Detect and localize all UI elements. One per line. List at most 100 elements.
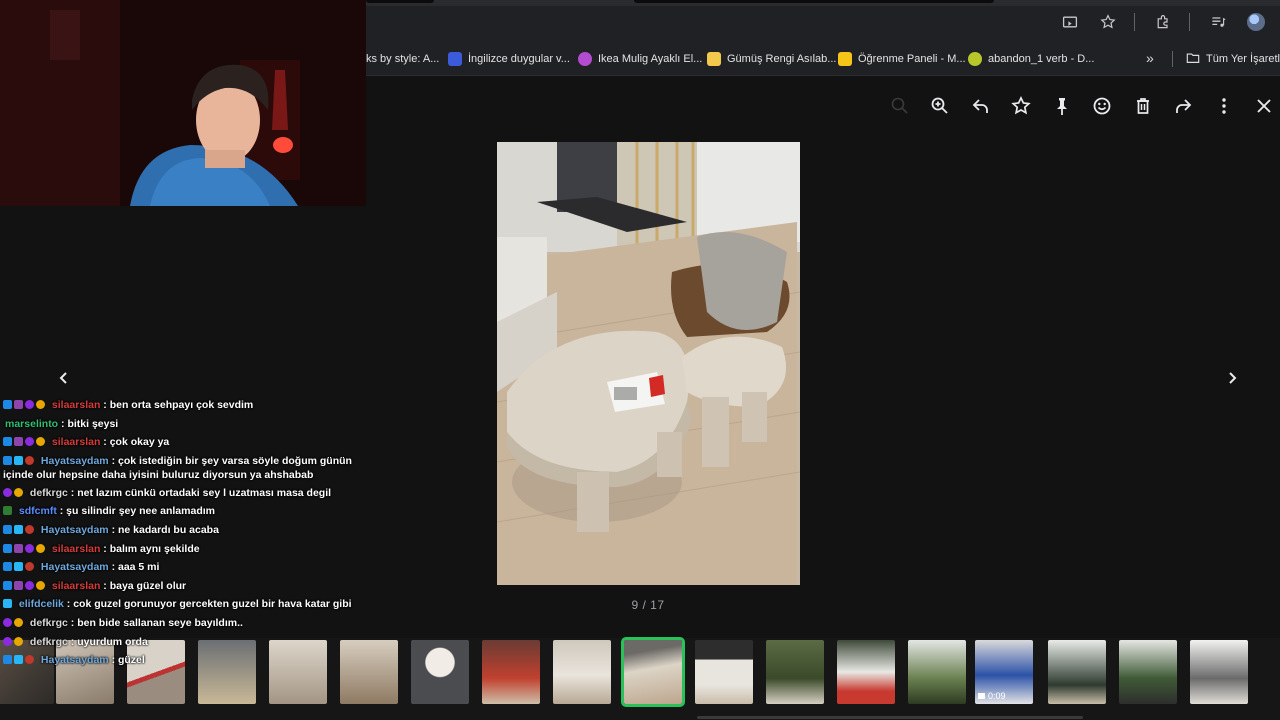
bookmark-item[interactable]: Ikea Mulig Ayaklı El... [578,51,702,67]
badge-icon [25,524,34,534]
badge-icon [36,400,45,409]
chat-username[interactable]: Hayatsaydam [41,455,109,467]
emoji-icon[interactable] [1090,94,1114,118]
bookmark-label: ks by style: A... [366,53,440,65]
badge-icon [3,636,12,646]
chat-username[interactable]: silaarslan [52,436,100,448]
badge-icon [36,543,45,553]
badge-icon [14,455,23,465]
chat-text: : ben orta sehpayı çok sevdim [103,399,254,411]
badge-icon [25,562,34,572]
zoom-in-icon[interactable] [928,94,952,118]
zoom-out-icon[interactable] [888,94,912,118]
bookmarks-separator [1172,51,1173,67]
badge-icon [14,617,23,627]
video-thumbnail[interactable]: 0:09 [975,640,1033,704]
thumbnail[interactable] [482,640,540,704]
folder-icon [1186,51,1200,68]
bookmark-item[interactable]: abandon_1 verb - D... [968,51,1094,67]
star-icon[interactable] [1098,12,1118,32]
chat-text: : net lazım cünkü ortadaki sey l uzatmas… [70,486,332,499]
thumbnail[interactable] [411,640,469,704]
bookmark-item[interactable]: Öğrenme Paneli - M... [838,51,966,67]
badge-icon [3,455,12,465]
thumbnail[interactable] [766,640,824,704]
bookmark-favicon [448,52,462,66]
pin-icon[interactable] [1050,94,1074,118]
chat-username[interactable]: elifdcelik [19,598,64,610]
forward-icon[interactable] [1171,94,1195,118]
star-icon[interactable] [1009,94,1033,118]
tab-strip [366,0,1280,6]
chat-message: silaarslan : baya güzel olur [3,577,383,596]
badge-icon [3,562,12,572]
profile-avatar[interactable] [1246,12,1266,32]
chat-username[interactable]: sdfcmft [19,505,57,517]
bookmark-item[interactable]: Gümüş Rengi Asılab... [707,51,836,67]
chat-message: defkrgc : uyurdum orda [3,633,383,652]
thumbnail-selected[interactable] [621,637,685,707]
chat-username[interactable]: defkrgc [30,487,68,499]
badge-icon [14,487,23,497]
chat-message: silaarslan : ben orta sehpayı çok sevdim [3,396,383,415]
bookmark-favicon [968,52,982,66]
chat-text: : baya güzel olur [103,579,187,592]
more-icon[interactable] [1212,94,1236,118]
thumbnail[interactable] [908,640,966,704]
media-icon[interactable] [1208,12,1228,32]
chat-username[interactable]: defkrgc [30,636,68,648]
chat-text: : ben bide sallanan seye bayıldım.. [70,616,243,629]
badge-icon [14,524,23,534]
chat-message: marselinto : bitki şeysi [3,415,383,434]
chat-username[interactable]: Hayatsaydam [41,561,109,573]
badge-icon [14,562,23,572]
badge-icon [36,580,45,590]
all-bookmarks-button[interactable]: Tüm Yer İşaretleri [1186,51,1280,67]
chat-text: : bitki şeysi [61,417,119,430]
badge-icon [14,543,23,553]
thumbnail-scrollbar[interactable] [697,716,1083,719]
video-camera-icon [978,693,985,699]
bookmark-label: abandon_1 verb - D... [988,53,1095,65]
chat-username[interactable]: defkrgc [30,617,68,629]
thumbnail[interactable] [837,640,895,704]
thumbnail[interactable] [1048,640,1106,704]
bookmark-label: Gümüş Rengi Asılab... [727,53,837,65]
extension-icon[interactable] [1153,12,1173,32]
screen: ks by style: A... İngilizce duygular v..… [0,0,1280,720]
chat-message: defkrgc : net lazım cünkü ortadaki sey l… [3,484,383,503]
thumbnail[interactable] [1119,640,1177,704]
thumbnail[interactable] [695,640,753,704]
toolbar-separator [1134,13,1135,31]
badge-icon [25,543,34,553]
badge-icon [14,636,23,646]
reply-icon[interactable] [969,94,993,118]
chat-username[interactable]: silaarslan [52,399,100,411]
bookmark-item[interactable]: İngilizce duygular v... [448,51,570,67]
chat-username[interactable]: marselinto [5,418,58,430]
previous-image-button[interactable] [52,366,76,390]
badge-icon [25,580,34,590]
badge-icon [3,599,12,609]
chat-username[interactable]: Hayatsaydam [41,654,109,666]
thumbnail[interactable] [553,640,611,704]
next-image-button[interactable] [1220,366,1244,390]
bookmarks-more-button[interactable]: » [1146,50,1154,66]
image-counter: 9 / 17 [631,598,665,612]
bookmark-item[interactable]: ks by style: A... [366,51,439,67]
badge-icon [36,437,45,447]
badge-icon [14,580,23,590]
chat-username[interactable]: silaarslan [52,580,100,592]
cast-icon[interactable] [1060,12,1080,32]
chat-username[interactable]: silaarslan [52,543,100,555]
all-bookmarks-label: Tüm Yer İşaretleri [1206,53,1280,65]
close-icon[interactable] [1252,94,1276,118]
badge-icon [14,655,23,665]
badge-icon [3,617,12,627]
chat-username[interactable]: Hayatsaydam [41,524,109,536]
badge-icon [3,400,12,409]
thumbnail[interactable] [1190,640,1248,704]
delete-icon[interactable] [1131,94,1155,118]
video-duration: 0:09 [978,691,1006,701]
chat-message: elifdcelik : cok guzel gorunuyor gercekt… [3,595,383,614]
